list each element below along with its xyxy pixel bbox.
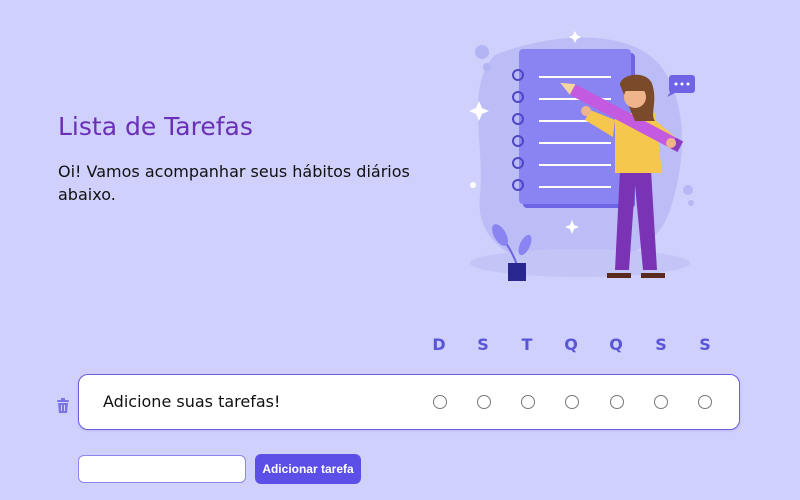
task-check-tuesday[interactable] bbox=[521, 395, 535, 409]
day-header-saturday: S bbox=[699, 335, 711, 354]
task-check-wednesday[interactable] bbox=[565, 395, 579, 409]
new-task-input[interactable] bbox=[78, 455, 246, 483]
trash-icon[interactable] bbox=[56, 398, 70, 414]
task-check-monday[interactable] bbox=[477, 395, 491, 409]
task-label: Adicione suas tarefas! bbox=[103, 392, 281, 411]
task-check-saturday[interactable] bbox=[698, 395, 712, 409]
day-header-sunday: D bbox=[432, 335, 446, 354]
day-header-thursday: Q bbox=[609, 335, 623, 354]
add-task-button[interactable]: Adicionar tarefa bbox=[255, 454, 361, 484]
page-title: Lista de Tarefas bbox=[58, 112, 253, 141]
page-subtitle: Oi! Vamos acompanhar seus hábitos diário… bbox=[58, 162, 410, 204]
day-header-wednesday: Q bbox=[564, 335, 578, 354]
task-check-friday[interactable] bbox=[654, 395, 668, 409]
day-header-tuesday: T bbox=[521, 335, 533, 354]
task-check-sunday[interactable] bbox=[433, 395, 447, 409]
day-header-friday: S bbox=[655, 335, 667, 354]
day-header-monday: S bbox=[477, 335, 489, 354]
task-row: Adicione suas tarefas! bbox=[78, 374, 740, 430]
task-check-thursday[interactable] bbox=[610, 395, 624, 409]
woman-with-pencil-and-notepad-illustration bbox=[469, 31, 695, 281]
